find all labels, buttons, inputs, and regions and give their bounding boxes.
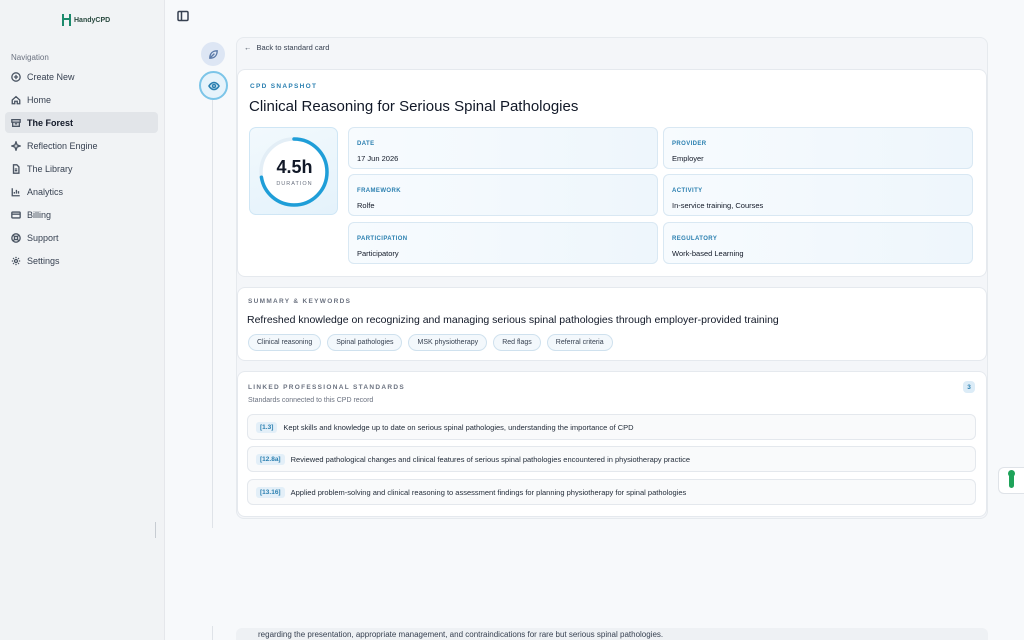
field-label: PARTICIPATION (357, 236, 408, 242)
regulatory-field: REGULATORY Work-based Learning (663, 222, 973, 264)
sidebar-item-analytics[interactable]: Analytics (5, 181, 158, 202)
field-value: Rolfe (357, 201, 375, 210)
sidebar-item-label: Settings (27, 255, 60, 266)
timeline-rail (212, 626, 213, 640)
sidebar-item-label: Create New (27, 71, 75, 82)
standard-row[interactable]: [1.3] Kept skills and knowledge up to da… (247, 414, 976, 440)
arrow-left-icon: ← (244, 43, 252, 52)
standard-code: [1.3] (256, 421, 278, 433)
sidebar-item-label: Analytics (27, 186, 64, 197)
field-value: Employer (672, 154, 704, 163)
person-icon (1008, 469, 1015, 488)
field-value: In-service training, Courses (672, 201, 764, 210)
duration-widget: 4.5h DURATION (249, 127, 338, 215)
standard-code: [13.16] (256, 486, 285, 498)
activity-field: ACTIVITY In-service training, Courses (663, 174, 973, 216)
eye-icon[interactable] (199, 71, 228, 100)
plus-circle-icon (11, 71, 21, 82)
standard-text: Reviewed pathological changes and clinic… (290, 454, 691, 464)
sidebar-item-label: The Library (27, 163, 73, 174)
standard-text: Applied problem-solving and clinical rea… (290, 487, 687, 497)
snapshot-eyebrow: CPD SNAPSHOT (250, 83, 318, 90)
provider-field: PROVIDER Employer (663, 127, 973, 169)
summary-eyebrow: SUMMARY & KEYWORDS (248, 298, 352, 305)
standard-text: Kept skills and knowledge up to date on … (283, 422, 634, 432)
keyword-tag[interactable]: Red flags (493, 334, 541, 351)
keyword-tag[interactable]: Spinal pathologies (327, 334, 403, 351)
credit-card-icon (11, 210, 21, 220)
standards-count-badge: 3 (963, 381, 975, 393)
help-widget-button[interactable] (998, 467, 1024, 494)
sidebar-item-billing[interactable]: Billing (5, 204, 158, 225)
duration-value: 4.5h (276, 157, 313, 177)
back-to-standard-card-link[interactable]: ← Back to standard card (244, 43, 329, 52)
field-value: Participatory (357, 249, 399, 258)
sidebar-item-support[interactable]: Support (5, 227, 158, 248)
sidebar: HandyCPD Navigation Create New Home The … (0, 0, 165, 640)
field-label: DATE (357, 141, 375, 147)
reflection-text: regarding the presentation, appropriate … (258, 630, 664, 639)
sidebar-item-create-new[interactable]: Create New (5, 66, 158, 87)
framework-field: FRAMEWORK Rolfe (348, 174, 658, 216)
field-label: ACTIVITY (672, 188, 703, 194)
participation-field: PARTICIPATION Participatory (348, 222, 658, 264)
lifebuoy-icon (11, 232, 21, 243)
summary-text: Refreshed knowledge on recognizing and m… (247, 314, 779, 326)
page-title: Clinical Reasoning for Serious Spinal Pa… (249, 98, 579, 115)
sidebar-resize-handle[interactable] (155, 522, 156, 538)
app-logo[interactable]: HandyCPD (62, 14, 110, 26)
keyword-tags: Clinical reasoning Spinal pathologies MS… (248, 334, 613, 351)
sidebar-item-the-library[interactable]: The Library (5, 158, 158, 179)
nav-heading: Navigation (11, 53, 49, 62)
standards-subtitle: Standards connected to this CPD record (248, 397, 374, 404)
logo-text: HandyCPD (74, 16, 111, 24)
timeline-rail (212, 96, 213, 528)
standard-code: [12.8a] (256, 453, 285, 465)
logo-icon (62, 14, 71, 26)
field-value: 17 Jun 2026 (357, 154, 399, 163)
sidebar-item-settings[interactable]: Settings (5, 250, 158, 271)
sidebar-item-reflection-engine[interactable]: Reflection Engine (5, 135, 158, 156)
sidebar-nav: Create New Home The Forest Reflection En… (5, 66, 158, 273)
date-field: DATE 17 Jun 2026 (348, 127, 658, 169)
leaf-icon[interactable] (201, 42, 225, 66)
sidebar-item-home[interactable]: Home (5, 89, 158, 110)
keyword-tag[interactable]: Clinical reasoning (248, 334, 322, 351)
keyword-tag[interactable]: Referral criteria (546, 334, 613, 351)
bar-chart-icon (11, 187, 21, 197)
home-icon (11, 95, 21, 105)
panel-toggle-icon[interactable] (177, 9, 189, 22)
back-link-label: Back to standard card (256, 43, 330, 52)
document-icon (11, 163, 21, 174)
gear-icon (11, 256, 21, 266)
standards-eyebrow: LINKED PROFESSIONAL STANDARDS (248, 384, 405, 391)
sidebar-item-label: The Forest (27, 117, 74, 128)
field-label: PROVIDER (672, 141, 707, 147)
standard-row[interactable]: [13.16] Applied problem-solving and clin… (247, 479, 976, 505)
keyword-tag[interactable]: MSK physiotherapy (408, 334, 488, 351)
sparkle-icon (11, 140, 21, 151)
field-value: Work-based Learning (672, 249, 744, 258)
sidebar-item-label: Home (27, 94, 52, 105)
sidebar-item-label: Billing (27, 209, 52, 220)
field-label: REGULATORY (672, 236, 718, 242)
standard-row[interactable]: [12.8a] Reviewed pathological changes an… (247, 446, 976, 472)
sidebar-item-label: Support (27, 232, 59, 243)
field-label: FRAMEWORK (357, 188, 401, 194)
duration-label: DURATION (276, 181, 313, 187)
sidebar-item-label: Reflection Engine (27, 140, 98, 151)
archive-icon (11, 118, 21, 128)
sidebar-item-the-forest[interactable]: The Forest (5, 112, 158, 133)
